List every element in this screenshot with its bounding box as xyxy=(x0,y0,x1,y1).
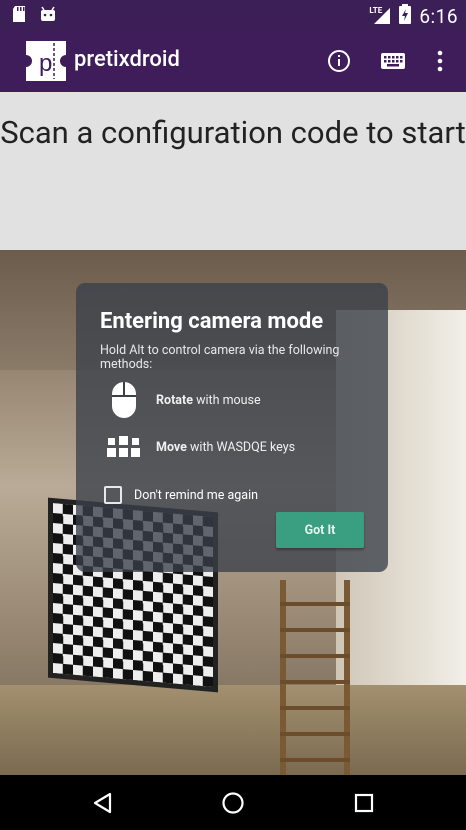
got-it-button[interactable]: Got It xyxy=(276,512,364,548)
app-title: pretixdroid xyxy=(74,47,180,72)
move-instruction: Move with WASDQE keys xyxy=(104,436,295,458)
android-icon xyxy=(40,6,56,26)
signal-icon: LTE xyxy=(369,6,391,25)
more-vert-icon xyxy=(437,50,443,72)
recents-button[interactable] xyxy=(350,789,378,817)
rotate-detail: with mouse xyxy=(192,392,261,408)
keyboard-icon xyxy=(381,53,405,69)
back-button[interactable] xyxy=(89,789,117,817)
clock: 6:16 xyxy=(419,4,458,28)
pretix-logo: p xyxy=(26,41,66,81)
info-button[interactable] xyxy=(324,46,354,76)
camera-mode-dialog: Entering camera mode Hold Alt to control… xyxy=(76,283,388,572)
home-icon xyxy=(222,792,244,814)
keys-icon xyxy=(104,436,144,458)
ladder-shelf xyxy=(280,580,350,775)
rotate-action: Rotate xyxy=(156,392,193,408)
network-type: LTE xyxy=(369,6,383,15)
back-icon xyxy=(93,792,112,814)
recents-icon xyxy=(354,793,374,813)
dont-remind-checkbox[interactable]: Don't remind me again xyxy=(104,486,258,504)
rotate-instruction: Rotate with mouse xyxy=(104,381,261,419)
keyboard-button[interactable] xyxy=(378,46,408,76)
app-bar: p pretixdroid xyxy=(0,30,466,92)
info-icon xyxy=(328,50,350,72)
mouse-icon xyxy=(104,381,144,419)
overflow-menu-button[interactable] xyxy=(425,46,455,76)
checkbox-box[interactable] xyxy=(104,486,122,504)
navigation-bar xyxy=(0,775,466,830)
status-bar: LTE 6:16 xyxy=(0,0,466,30)
home-button[interactable] xyxy=(219,789,247,817)
move-action: Move xyxy=(156,439,187,455)
scan-prompt: Scan a configuration code to start xyxy=(0,114,466,151)
battery-charging-icon xyxy=(399,4,412,28)
camera-floor xyxy=(0,685,466,775)
dialog-title: Entering camera mode xyxy=(100,309,324,334)
dialog-subtitle: Hold Alt to control camera via the follo… xyxy=(100,343,340,372)
logo-letter: p xyxy=(39,50,52,77)
checkbox-label: Don't remind me again xyxy=(134,487,259,503)
sd-card-icon xyxy=(12,6,26,26)
move-detail: with WASDQE keys xyxy=(186,439,296,455)
